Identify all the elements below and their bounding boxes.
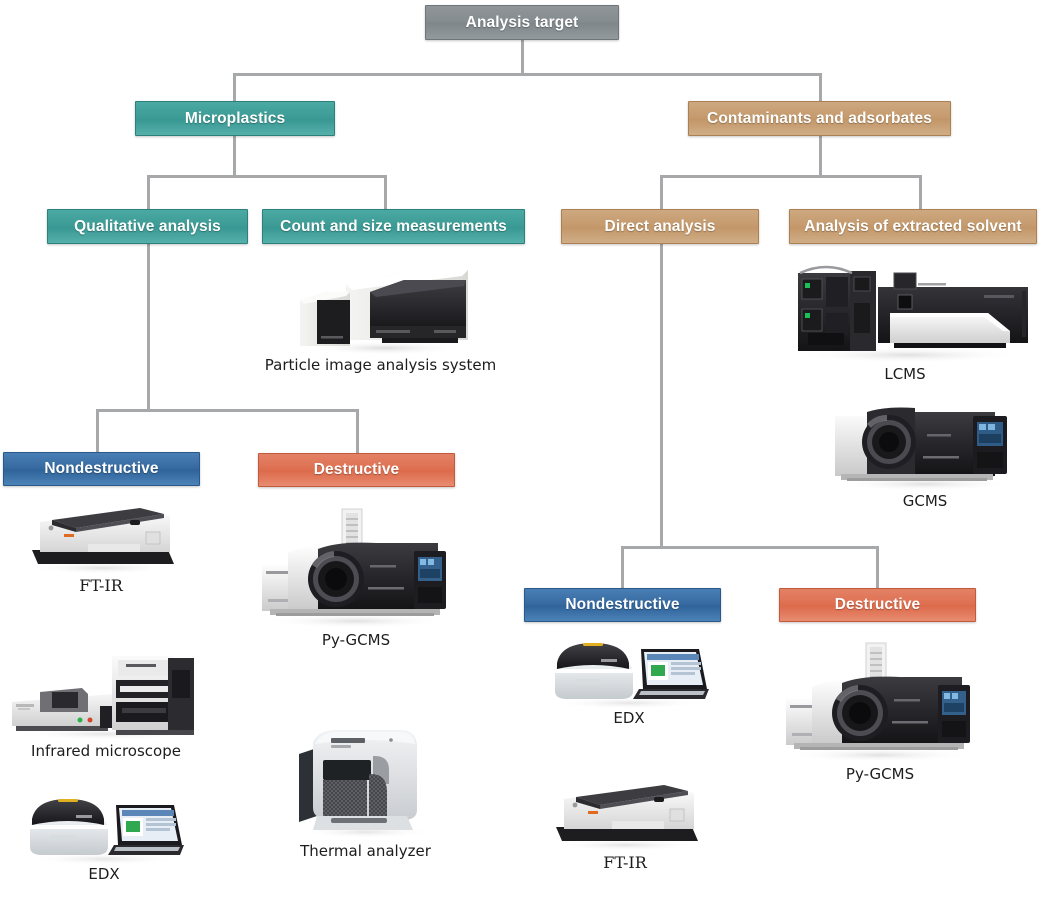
thermal-analyzer-caption: Thermal analyzer [300,842,431,860]
instrument-pygcms-contaminants: Py-GCMS [782,637,978,783]
instrument-particle-image-analysis-system: Particle image analysis system [265,256,496,374]
particle-image-analysis-system-caption: Particle image analysis system [264,356,497,374]
node-analysis-target-label: Analysis target [465,13,579,31]
ftir-right-photo [542,775,708,853]
infrared-microscope-photo [8,650,204,742]
instrument-ftir-contaminants: FT-IR [540,775,710,872]
instrument-lcms: LCMS [776,255,1034,383]
connector-microplastics-stem [233,136,236,177]
instrument-gcms: GCMS [825,404,1025,510]
gcms-photo [827,404,1023,492]
gcms-caption: GCMS [902,492,948,510]
connector-qualitative-stem [147,244,150,412]
node-microplastics[interactable]: Microplastics [135,101,335,136]
pygcms-right-photo [782,637,978,765]
connector-to-nondestructive-left [96,409,99,453]
connector-to-destructive-left [356,409,359,453]
infrared-microscope-caption: Infrared microscope [31,742,181,760]
instrument-infrared-microscope: Infrared microscope [8,650,204,760]
connector-level2-right-bus [660,175,922,178]
pygcms-left-photo [258,503,454,631]
pygcms-left-caption: Py-GCMS [321,631,391,649]
node-qualitative-analysis[interactable]: Qualitative analysis [47,209,248,244]
connector-to-qualitative [147,175,150,210]
instrument-thermal-analyzer: Thermal analyzer [288,718,443,860]
connector-level1-bus [233,73,822,76]
node-nondestructive-right-label: Nondestructive [565,596,680,614]
instrument-pygcms-microplastics: Py-GCMS [258,503,454,649]
lcms-photo [778,255,1033,365]
connector-contaminants-stem [819,136,822,177]
node-nondestructive-contaminants[interactable]: Nondestructive [524,588,721,622]
edx-left-photo [22,789,186,865]
edx-left-caption: EDX [88,865,120,883]
connector-to-count-size [384,175,387,210]
node-count-and-size-measurements[interactable]: Count and size measurements [262,209,525,244]
connector-direct-analysis-stem [660,244,663,549]
flowchart-canvas: Analysis target Microplastics Contaminan… [0,0,1040,910]
connector-to-contaminants [819,73,822,102]
node-nondestructive-microplastics[interactable]: Nondestructive [3,452,200,486]
lcms-caption: LCMS [884,365,926,383]
node-nondestructive-left-label: Nondestructive [44,460,159,478]
instrument-edx-microplastics: EDX [22,789,186,883]
instrument-edx-contaminants: EDX [547,633,711,727]
node-destructive-left-label: Destructive [313,461,400,479]
node-analysis-of-extracted-solvent[interactable]: Analysis of extracted solvent [789,209,1037,244]
ftir-right-caption: FT-IR [603,853,647,872]
edx-right-photo [547,633,711,709]
connector-level3-right-bus [621,546,879,549]
node-extracted-solvent-label: Analysis of extracted solvent [804,217,1022,235]
node-destructive-contaminants[interactable]: Destructive [779,588,976,622]
connector-to-extracted-solvent [919,175,922,210]
node-direct-analysis-label: Direct analysis [604,217,716,235]
pygcms-right-caption: Py-GCMS [845,765,915,783]
node-microplastics-label: Microplastics [184,109,286,127]
connector-to-microplastics [233,73,236,102]
connector-level3-left-bus [96,409,359,412]
node-qualitative-analysis-label: Qualitative analysis [74,217,221,235]
instrument-ftir-microplastics: FT-IR [16,498,186,595]
connector-to-destructive-right [876,546,879,589]
node-contaminants-and-adsorbates[interactable]: Contaminants and adsorbates [688,101,951,136]
node-direct-analysis[interactable]: Direct analysis [561,209,759,244]
node-analysis-target[interactable]: Analysis target [425,5,619,40]
connector-to-direct-analysis [660,175,663,210]
node-contaminants-label: Contaminants and adsorbates [707,109,932,127]
node-destructive-right-label: Destructive [834,596,921,614]
edx-right-caption: EDX [613,709,645,727]
connector-to-nondestructive-right [621,546,624,589]
connector-root-stem [521,38,524,75]
connector-level2-left-bus [147,175,387,178]
particle-image-analysis-system-photo [286,256,476,356]
ftir-left-caption: FT-IR [79,576,123,595]
node-destructive-microplastics[interactable]: Destructive [258,453,455,487]
node-count-and-size-label: Count and size measurements [280,217,507,235]
thermal-analyzer-photo [291,718,441,842]
ftir-left-photo [18,498,184,576]
